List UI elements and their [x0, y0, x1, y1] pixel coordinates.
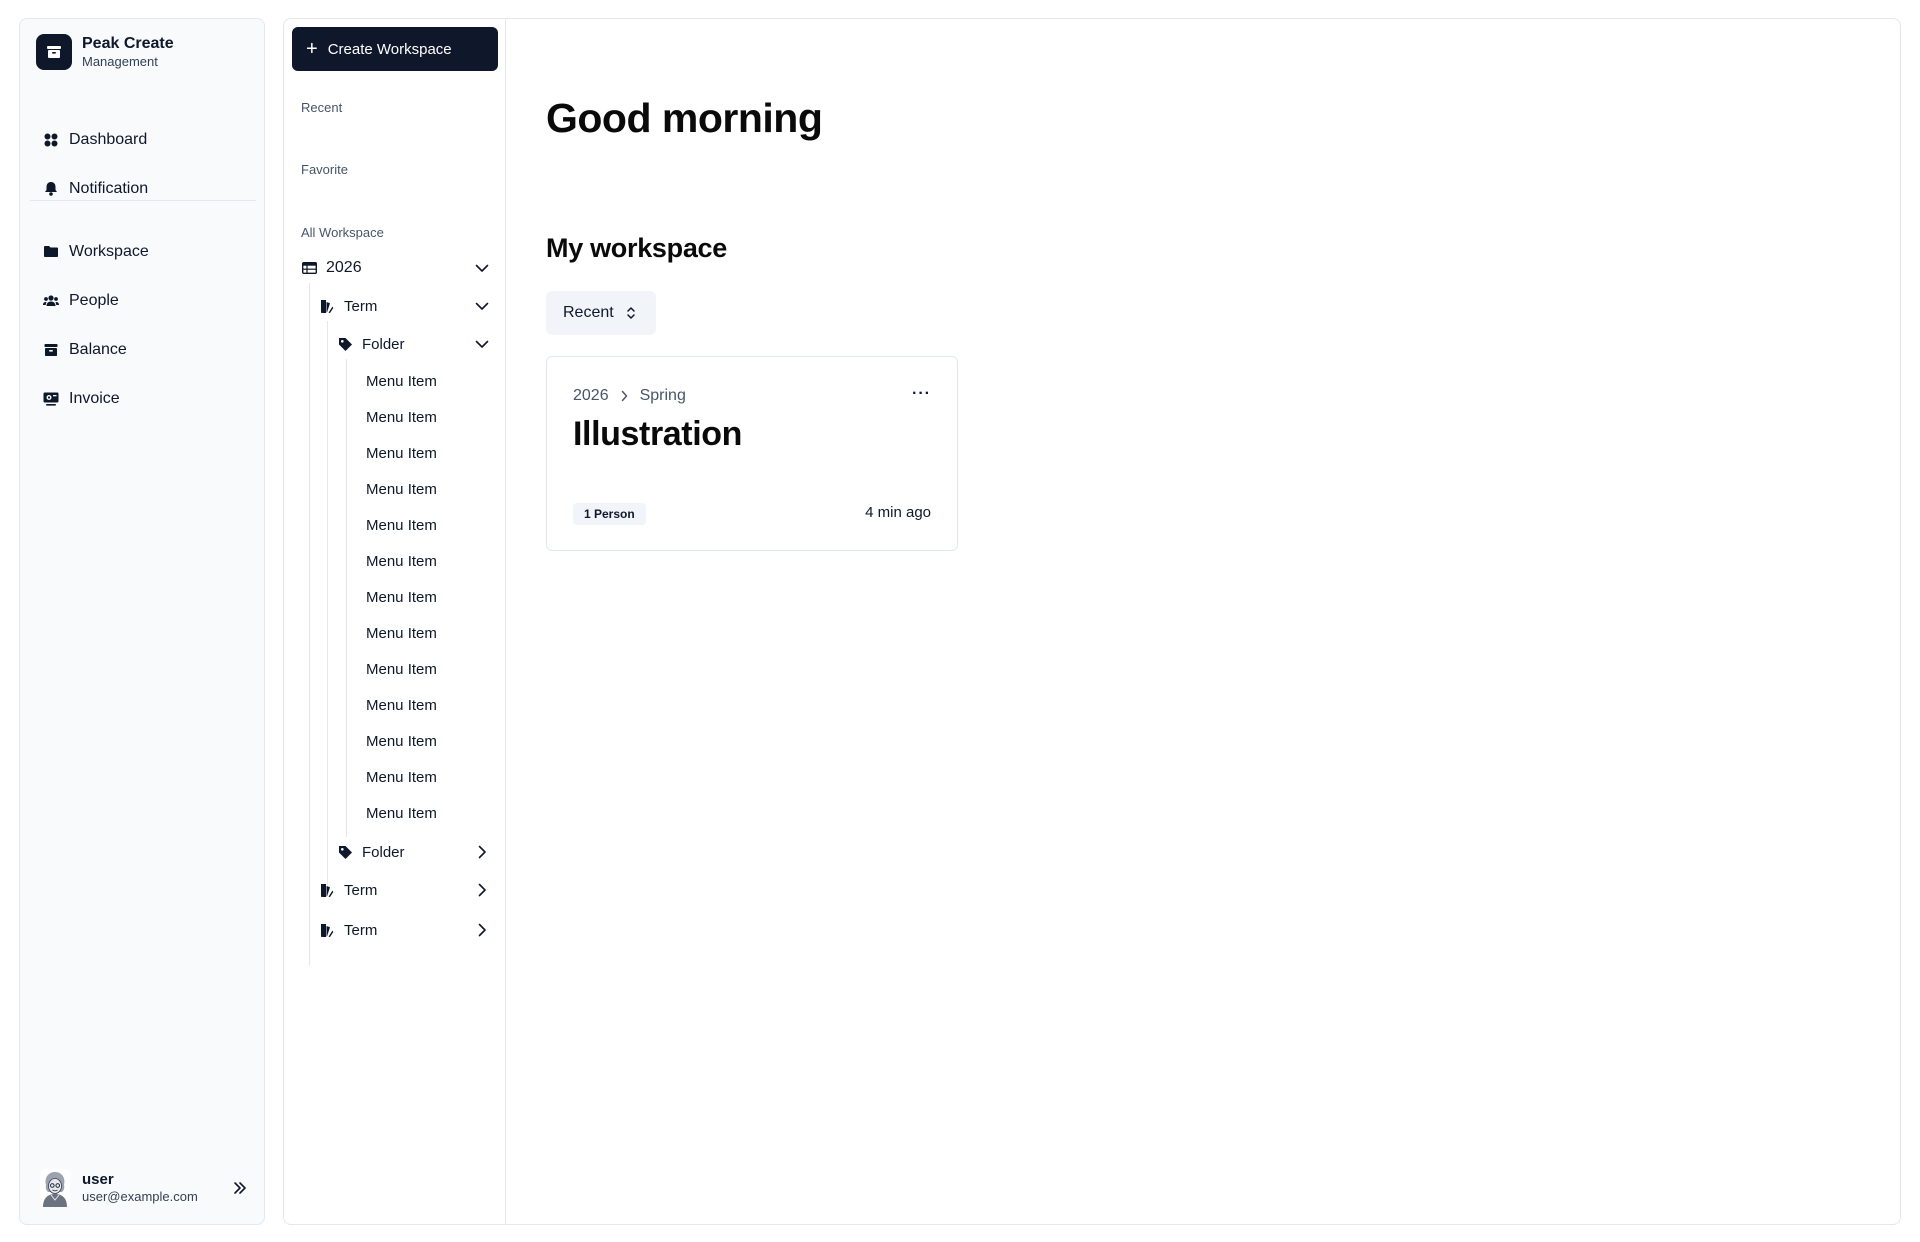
breadcrumb-term[interactable]: Spring [640, 387, 686, 405]
tree-item-term[interactable]: Term [319, 915, 490, 945]
workspace-panel: + Create Workspace Recent Favorite All W… [283, 18, 1901, 1225]
menu-item[interactable]: Menu Item [366, 403, 437, 432]
nav-item-balance[interactable]: Balance [20, 325, 264, 374]
tree-item-label: Folder [362, 335, 405, 353]
app-root: Peak Create Management Dashboard Notific… [0, 0, 1920, 1242]
tree-item-folder[interactable]: Folder [337, 329, 490, 359]
menu-item[interactable]: Menu Item [366, 475, 437, 504]
chevrons-right-icon[interactable] [230, 1178, 250, 1198]
brand[interactable]: Peak Create Management [36, 34, 174, 70]
chevron-right-icon[interactable] [474, 844, 490, 860]
nav-item-label: Notification [69, 179, 149, 197]
dashboard-icon [43, 132, 59, 148]
sidebar: Peak Create Management Dashboard Notific… [19, 18, 265, 1225]
chevron-right-icon[interactable] [474, 882, 490, 898]
invoice-icon [43, 391, 59, 407]
menu-item[interactable]: Menu Item [366, 583, 437, 612]
breadcrumb: 2026 Spring [573, 387, 686, 405]
menu-item[interactable]: Menu Item [366, 619, 437, 648]
card-title: Illustration [573, 415, 742, 453]
brand-title: Peak Create [82, 35, 174, 52]
term-icon [319, 882, 335, 898]
tree-guide-line [346, 359, 347, 837]
sort-select[interactable]: Recent [546, 291, 656, 335]
tree-item-label: Term [344, 921, 378, 939]
tag-icon [337, 336, 353, 352]
menu-item[interactable]: Menu Item [366, 727, 437, 756]
chevron-down-icon[interactable] [474, 298, 490, 314]
secondary-nav: Workspace People Balance Invoice [20, 227, 264, 423]
table-icon [301, 260, 317, 276]
main-content: Good morning My workspace Recent 2026 Sp… [506, 19, 1900, 1224]
sort-select-label: Recent [563, 304, 614, 321]
workspace-card[interactable]: 2026 Spring ··· Illustration 1 Person 4 … [546, 356, 958, 551]
nav-item-label: People [69, 291, 119, 309]
term-icon [319, 298, 335, 314]
nav-item-invoice[interactable]: Invoice [20, 374, 264, 423]
chevron-right-icon [621, 390, 628, 402]
nav-item-notification[interactable]: Notification [20, 164, 264, 213]
folder-icon [43, 244, 59, 260]
tree-item-label: 2026 [326, 259, 362, 276]
page-title: Good morning [546, 95, 823, 141]
user-email: user@example.com [82, 1189, 198, 1204]
section-label-favorite: Favorite [301, 162, 348, 177]
tree-guide-line [309, 283, 310, 966]
wallet-icon [43, 342, 59, 358]
chevron-right-icon[interactable] [474, 922, 490, 938]
tree-item-label: Folder [362, 843, 405, 861]
people-icon [43, 293, 59, 309]
brand-subtitle: Management [82, 54, 158, 69]
menu-item[interactable]: Menu Item [366, 691, 437, 720]
menu-item[interactable]: Menu Item [366, 763, 437, 792]
chevron-up-down-icon [626, 306, 636, 320]
nav-item-dashboard[interactable]: Dashboard [20, 115, 264, 164]
nav-item-label: Workspace [69, 242, 149, 260]
nav-item-label: Invoice [69, 389, 120, 407]
nav-item-workspace[interactable]: Workspace [20, 227, 264, 276]
nav-item-label: Dashboard [69, 130, 148, 148]
member-count-badge: 1 Person [573, 503, 646, 525]
avatar [40, 1169, 70, 1207]
tree-guide-line [327, 321, 328, 892]
create-workspace-button[interactable]: + Create Workspace [292, 27, 498, 71]
nav-divider [30, 200, 256, 201]
term-icon [319, 922, 335, 938]
chevron-down-icon[interactable] [474, 260, 490, 276]
nav-item-label: Balance [69, 340, 127, 358]
nav-item-people[interactable]: People [20, 276, 264, 325]
section-label-all-workspace: All Workspace [301, 225, 384, 240]
menu-item[interactable]: Menu Item [366, 799, 437, 828]
section-label-recent: Recent [301, 100, 343, 115]
tree-item-term[interactable]: Term [319, 291, 490, 321]
user-profile[interactable]: user user@example.com [40, 1168, 250, 1208]
breadcrumb-year[interactable]: 2026 [573, 387, 609, 405]
tag-icon [337, 844, 353, 860]
plus-icon: + [306, 38, 318, 60]
workspace-tree: + Create Workspace Recent Favorite All W… [284, 19, 506, 1224]
bell-icon [43, 181, 59, 197]
menu-item[interactable]: Menu Item [366, 547, 437, 576]
create-workspace-label: Create Workspace [327, 40, 452, 58]
tree-item-year[interactable]: 2026 [301, 253, 490, 283]
brand-logo-icon [36, 34, 72, 70]
tree-item-folder[interactable]: Folder [337, 837, 490, 867]
menu-item[interactable]: Menu Item [366, 439, 437, 468]
tree-item-term[interactable]: Term [319, 875, 490, 905]
menu-item[interactable]: Menu Item [366, 367, 437, 396]
card-timestamp: 4 min ago [865, 504, 931, 521]
primary-nav: Dashboard Notification [20, 115, 264, 213]
section-title: My workspace [546, 233, 727, 263]
tree-item-label: Term [344, 881, 378, 899]
menu-item[interactable]: Menu Item [366, 655, 437, 684]
menu-item[interactable]: Menu Item [366, 511, 437, 540]
user-name: user [82, 1171, 114, 1188]
tree-item-label: Term [344, 297, 378, 315]
chevron-down-icon[interactable] [474, 336, 490, 352]
more-options-icon[interactable]: ··· [912, 385, 931, 403]
